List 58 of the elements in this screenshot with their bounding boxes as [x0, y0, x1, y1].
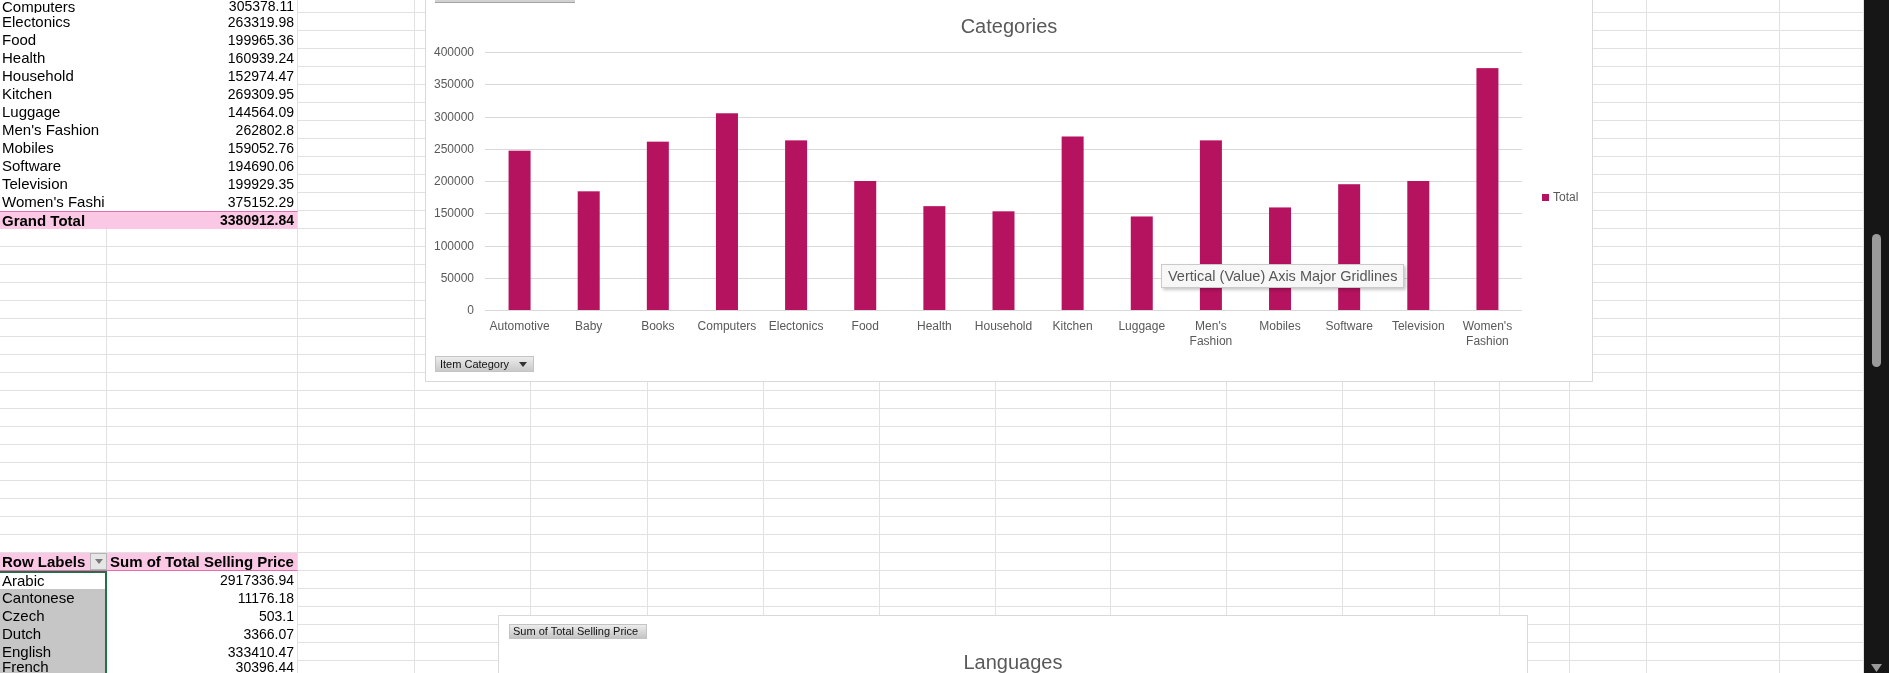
- x-axis-label: Automotive: [489, 319, 550, 333]
- row-label: Health: [0, 49, 107, 67]
- x-axis-label: Software: [1325, 319, 1373, 333]
- row-label: Luggage: [0, 103, 107, 121]
- row-label: Kitchen: [0, 85, 107, 103]
- row-label: French: [0, 661, 107, 673]
- x-axis-label: Electonics: [768, 319, 824, 333]
- grand-total-label: Grand Total: [0, 211, 107, 229]
- grand-total-value: 3380912.84: [107, 211, 298, 229]
- column-header: Sum of Total Selling Price: [107, 553, 298, 571]
- scroll-down-arrow-icon[interactable]: [1871, 664, 1882, 672]
- column-header-label: Row Labels: [2, 553, 86, 570]
- x-axis-label: Men's Fashion: [1189, 319, 1233, 348]
- row-label: English: [0, 643, 107, 661]
- y-axis-label: 50000: [440, 270, 474, 285]
- chart-title: Languages: [963, 651, 1063, 673]
- row-label: Cantonese: [0, 589, 107, 607]
- x-axis-label: Books: [641, 319, 675, 333]
- x-axis-label: Television: [1391, 319, 1445, 333]
- row-label: Czech: [0, 607, 107, 625]
- x-axis-label: Kitchen: [1052, 319, 1093, 333]
- caret-down-icon: [519, 361, 528, 367]
- y-axis-label: 250000: [433, 141, 474, 156]
- y-axis-label: 300000: [433, 109, 474, 124]
- tooltip: Vertical (Value) Axis Major Gridlines: [1161, 264, 1405, 288]
- x-axis-label: Baby: [575, 319, 603, 333]
- x-axis-label: Luggage: [1118, 319, 1166, 333]
- x-axis-label: Mobiles: [1259, 319, 1301, 333]
- x-axis-label: Computers: [697, 319, 757, 333]
- field-button[interactable]: [435, 0, 575, 3]
- x-axis-label: Food: [851, 319, 879, 333]
- value-cell: 305378.11: [107, 0, 298, 13]
- chart-title: Categories: [960, 14, 1058, 38]
- row-label: Women's Fashi: [0, 193, 107, 211]
- row-label: Television: [0, 175, 107, 193]
- row-label: Men's Fashion: [0, 121, 107, 139]
- row-label: Electonics: [0, 13, 107, 31]
- row-label: Mobiles: [0, 139, 107, 157]
- row-label: Dutch: [0, 625, 107, 643]
- row-label: Household: [0, 67, 107, 85]
- y-axis-label: 350000: [433, 77, 474, 92]
- field-button[interactable]: Sum of Total Selling Price: [509, 624, 647, 639]
- row-label: Food: [0, 31, 107, 49]
- caret-down-icon: [94, 559, 103, 564]
- y-axis-label: 400000: [433, 45, 474, 59]
- filter-button[interactable]: [90, 553, 107, 570]
- x-axis-label: Health: [917, 319, 952, 333]
- y-axis-label: 200000: [433, 174, 474, 188]
- y-axis-label: 0: [467, 303, 474, 317]
- field-button[interactable]: Item Category: [435, 356, 535, 372]
- row-label: Arabic: [0, 571, 107, 589]
- row-label: Software: [0, 157, 107, 175]
- x-axis-label: Women's Fashion: [1462, 319, 1513, 348]
- scrollbar-thumb[interactable]: [1872, 234, 1881, 367]
- y-axis-label: 100000: [433, 238, 474, 253]
- y-axis-label: 150000: [433, 206, 474, 221]
- x-axis-label: Household: [974, 319, 1033, 333]
- legend-label: Total: [1553, 190, 1579, 204]
